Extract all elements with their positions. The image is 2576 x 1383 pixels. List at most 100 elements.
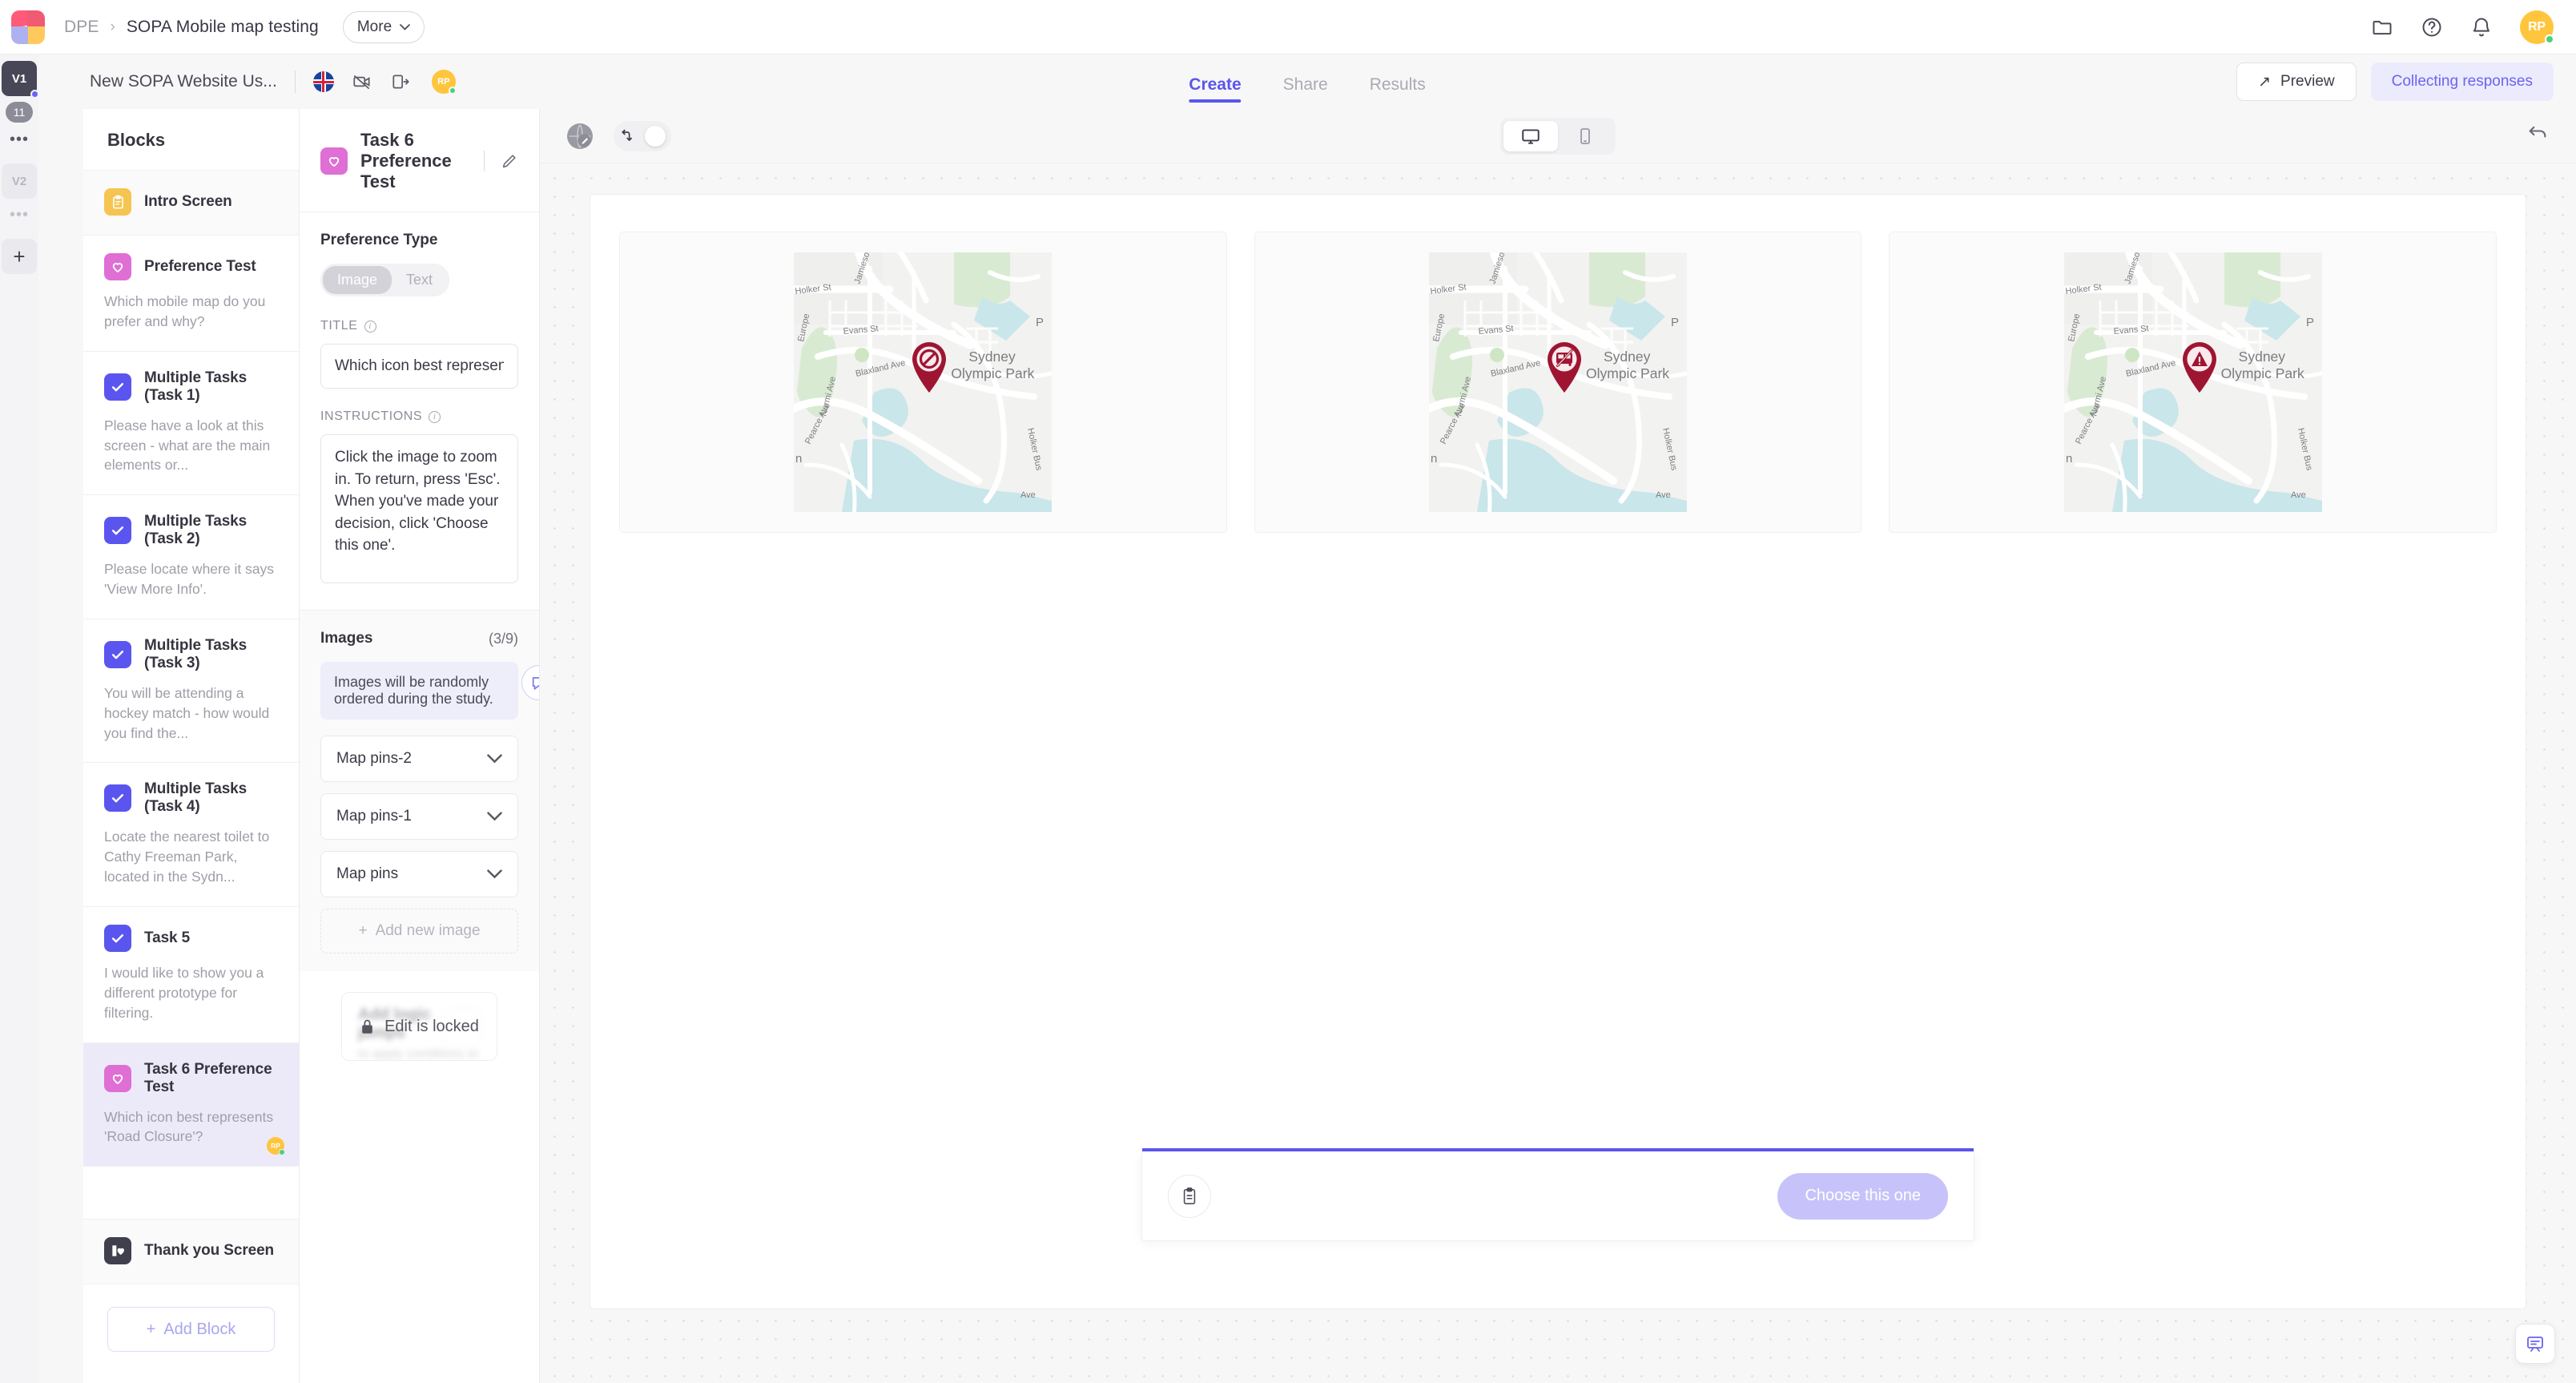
info-icon[interactable]: i [364, 320, 376, 333]
heart-icon [104, 1064, 131, 1092]
place-label-line-1: Sydney [1604, 349, 1651, 365]
export-icon[interactable] [390, 71, 411, 92]
map-place-label-3: Sydney Olympic Park [2221, 349, 2322, 383]
add-block-button[interactable]: + Add Block [107, 1307, 275, 1353]
lock-icon [362, 1019, 372, 1034]
pencil-icon[interactable] [501, 152, 518, 170]
video-off-icon[interactable] [352, 71, 372, 92]
block-item-task-6-preference-test[interactable]: Task 6 Preference Test Which icon best r… [83, 1042, 299, 1167]
preference-card-1[interactable]: Holker St Jamieson Evans St Europe Blaxl… [619, 232, 1227, 533]
block-item-task-2[interactable]: Multiple Tasks (Task 2) Please locate wh… [83, 495, 299, 619]
chevron-down-icon [487, 754, 502, 764]
mobile-icon [1580, 127, 1590, 144]
preference-type-label: Preference Type [320, 232, 438, 248]
logic-jump-toggle[interactable] [614, 120, 671, 151]
version-v2-menu[interactable]: ••• [10, 207, 29, 223]
title-input[interactable] [320, 344, 518, 389]
block-title: Thank you Screen [144, 1242, 275, 1260]
add-new-image-label: Add new image [375, 922, 481, 939]
instructions-textarea[interactable]: Click the image to zoom in. To return, p… [320, 434, 518, 583]
device-desktop-option[interactable] [1503, 120, 1558, 151]
edit-locked-label: Edit is locked [384, 1017, 479, 1035]
no-bus-icon [1548, 342, 1581, 393]
exit-heart-icon [104, 1237, 131, 1265]
version-v1-count: 11 [6, 102, 33, 123]
block-item-task-3[interactable]: Multiple Tasks (Task 3) You will be atte… [83, 619, 299, 764]
block-collaborator-status-dot [279, 1149, 285, 1156]
block-settings-panel: Task 6 Preference Test Preference Type I… [300, 109, 540, 1383]
preference-card-2[interactable]: Holker St Jamieson Evans St Europe Blaxl… [1254, 232, 1862, 533]
images-section: Images (3/9) Images will be randomly ord… [300, 611, 539, 971]
image-name: Map pins-2 [336, 750, 412, 767]
map-image-2: Holker St Jamieson Evans St Europe Blaxl… [1429, 252, 1687, 512]
check-icon [104, 640, 131, 668]
blocks-list-spacer [83, 1167, 299, 1220]
map-place-label-1: Sydney Olympic Park [951, 349, 1052, 383]
notifications-icon[interactable] [2470, 16, 2493, 38]
device-switcher [1500, 117, 1616, 155]
feedback-icon[interactable] [2515, 1324, 2555, 1364]
svg-text:n: n [2066, 452, 2072, 466]
preference-type-image-option[interactable]: Image [323, 266, 392, 294]
user-avatar[interactable]: RP [2520, 10, 2554, 44]
tab-share[interactable]: Share [1283, 75, 1328, 103]
more-button[interactable]: More [342, 10, 425, 43]
study-name[interactable]: New SOPA Website Us... [90, 72, 277, 91]
block-item-task-5[interactable]: Task 5 I would like to show you a differ… [83, 907, 299, 1043]
status-badge[interactable]: Collecting responses [2370, 62, 2554, 101]
version-v1-card[interactable]: V1 [2, 61, 39, 99]
breadcrumb-root[interactable]: DPE [64, 18, 99, 37]
info-icon[interactable]: i [429, 410, 441, 423]
place-label-line-2: Olympic Park [1586, 365, 1670, 382]
undo-button[interactable] [2526, 123, 2549, 149]
map-pin-2 [1544, 339, 1585, 397]
collaborator-avatar[interactable]: RP [431, 70, 457, 95]
block-item-task-4[interactable]: Multiple Tasks (Task 4) Locate the neare… [83, 763, 299, 907]
svg-text:n: n [1431, 452, 1437, 466]
map-pin-1 [908, 339, 950, 397]
block-title: Task 5 [144, 929, 191, 946]
version-v2-card[interactable]: V2 [2, 163, 37, 199]
tab-results[interactable]: Results [1370, 75, 1426, 103]
block-item-preference-test[interactable]: Preference Test Which mobile map do you … [83, 236, 299, 352]
choose-this-one-button[interactable]: Choose this one [1777, 1172, 1948, 1220]
uk-flag-icon[interactable] [312, 71, 334, 92]
version-v1-menu[interactable]: ••• [10, 131, 29, 147]
svg-text:Ave: Ave [1656, 490, 1671, 500]
map-image-1: Holker St Jamieson Evans St Europe Blaxl… [794, 252, 1053, 512]
preview-button[interactable]: ↗ Preview [2236, 62, 2357, 101]
logic-jumps-area: Add logic jumps to apply conditions to y… [320, 971, 518, 1061]
add-new-image-button[interactable]: + Add new image [320, 909, 518, 954]
version-v2-label: V2 [11, 174, 27, 188]
folder-icon[interactable] [2371, 16, 2393, 38]
breadcrumb-current: SOPA Mobile map testing [126, 17, 319, 36]
chevron-down-icon [487, 812, 502, 821]
block-item-thank-you-screen[interactable]: Thank you Screen [83, 1220, 299, 1285]
canvas-stage: Holker St Jamieson Evans St Europe Blaxl… [540, 163, 2576, 1383]
tab-create[interactable]: Create [1189, 75, 1242, 103]
globe-edit-icon[interactable] [567, 123, 593, 149]
chevron-down-icon [487, 869, 502, 879]
preference-type-text-option[interactable]: Text [392, 266, 447, 294]
preference-cards-row: Holker St Jamieson Evans St Europe Blaxl… [590, 195, 2526, 533]
images-randomised-note: Images will be randomly ordered during t… [320, 662, 518, 720]
instructions-field-label: INSTRUCTIONS i [320, 409, 518, 424]
block-item-task-1[interactable]: Multiple Tasks (Task 1) Please have a lo… [83, 352, 299, 496]
place-label-line-2: Olympic Park [951, 365, 1035, 382]
image-name: Map pins [336, 865, 399, 882]
preference-card-3[interactable]: Holker St Jamieson Evans St Europe Blaxl… [1889, 232, 2498, 533]
add-version-button[interactable]: + [2, 239, 37, 274]
blocks-list: Intro Screen Preference Test Which mobil… [83, 171, 299, 1383]
device-mobile-option[interactable] [1558, 121, 1612, 151]
image-row-map-pins-2[interactable]: Map pins-2 [320, 736, 518, 782]
version-v1-label: V1 [11, 71, 27, 86]
help-icon[interactable] [2421, 16, 2443, 38]
clipboard-icon[interactable] [1168, 1174, 1211, 1218]
block-collaborator-avatar[interactable]: RP [267, 1137, 285, 1156]
app-logo[interactable] [11, 10, 45, 44]
image-row-map-pins-1[interactable]: Map pins-1 [320, 793, 518, 840]
heart-icon [104, 253, 131, 280]
block-item-intro-screen[interactable]: Intro Screen [83, 171, 299, 236]
image-row-map-pins[interactable]: Map pins [320, 851, 518, 897]
app-body: V1 11 ••• V2 ••• + New SOPA Website Us..… [0, 54, 2576, 1383]
